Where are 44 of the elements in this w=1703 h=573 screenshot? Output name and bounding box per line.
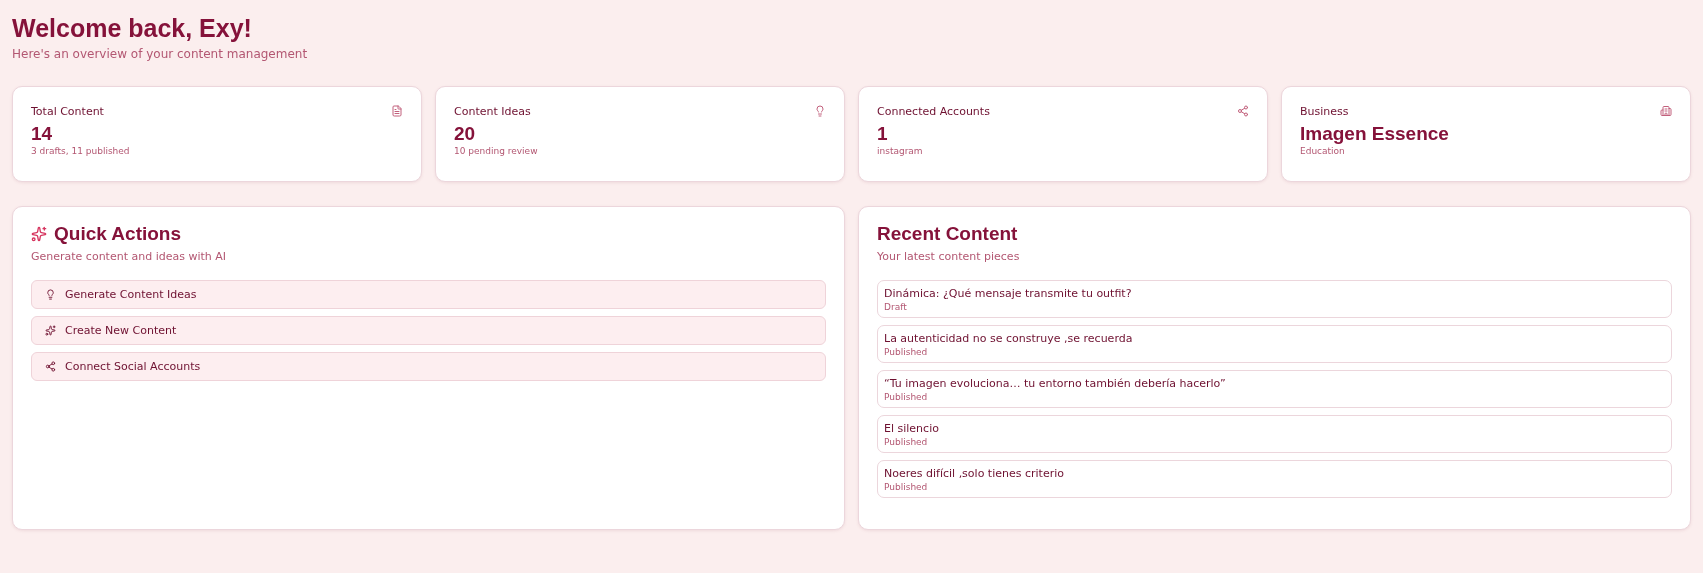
content-item[interactable]: El silencio Published (877, 415, 1672, 453)
sparkles-icon (31, 226, 47, 242)
page-subtitle: Here's an overview of your content management (12, 47, 308, 61)
stat-detail: 10 pending review (454, 146, 538, 156)
panel-title: Quick Actions (54, 223, 182, 245)
stat-value: Imagen Essence (1300, 123, 1449, 145)
panel-subtitle: Generate content and ideas with AI (31, 250, 227, 263)
stat-detail: Education (1300, 146, 1345, 156)
content-status: Published (884, 437, 928, 447)
content-status: Published (884, 392, 928, 402)
content-item[interactable]: Noeres difícil ,solo tienes criterio Published (877, 460, 1672, 498)
content-title: Dinámica: ¿Qué mensaje transmite tu outfit? (884, 287, 1132, 300)
content-item[interactable]: La autenticidad no se construye ,se recuerda Published (877, 325, 1672, 363)
content-title: Noeres difícil ,solo tienes criterio (884, 467, 1064, 480)
lightbulb-icon (45, 289, 56, 300)
stat-label: Content Ideas (454, 105, 531, 118)
stat-label: Connected Accounts (877, 105, 990, 118)
content-status: Published (884, 347, 928, 357)
action-button[interactable]: Connect Social Accounts (31, 352, 826, 381)
content-title: “Tu imagen evoluciona… tu entorno también debería hacerlo” (884, 377, 1226, 390)
building-icon (1660, 105, 1672, 117)
document-icon (391, 105, 403, 117)
panel-subtitle: Your latest content pieces (877, 250, 1020, 263)
content-status: Published (884, 482, 928, 492)
stat-value: 14 (31, 123, 53, 145)
action-button[interactable]: Create New Content (31, 316, 826, 345)
sparkles-icon (45, 325, 56, 336)
content-status: Draft (884, 302, 907, 312)
stat-value: 1 (877, 123, 888, 145)
share-icon (45, 361, 56, 372)
stat-value: 20 (454, 123, 476, 145)
stat-label: Total Content (31, 105, 104, 118)
stat-detail: 3 drafts, 11 published (31, 146, 130, 156)
stat-detail: instagram (877, 146, 923, 156)
panel-title: Recent Content (877, 223, 1019, 245)
lightbulb-icon (814, 105, 826, 117)
stat-label: Business (1300, 105, 1349, 118)
share-icon (1237, 105, 1249, 117)
content-title: La autenticidad no se construye ,se recuerda (884, 332, 1133, 345)
content-title: El silencio (884, 422, 939, 435)
action-button[interactable]: Generate Content Ideas (31, 280, 826, 309)
page-title: Welcome back, Exy! (12, 14, 252, 43)
content-item[interactable]: Dinámica: ¿Qué mensaje transmite tu outfit? Draft (877, 280, 1672, 318)
content-item[interactable]: “Tu imagen evoluciona… tu entorno también debería hacerlo” Published (877, 370, 1672, 408)
